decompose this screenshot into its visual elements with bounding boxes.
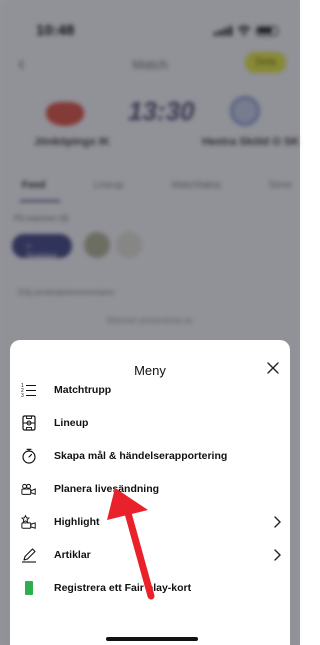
menu-item-label: Planera livesändning <box>54 483 160 495</box>
menu-item-label: Matchtrupp <box>54 384 112 396</box>
menu-item-articles[interactable]: Artiklar <box>10 540 290 570</box>
menu-item-highlight[interactable]: Highlight <box>10 507 290 537</box>
menu-item-matchtrupp[interactable]: 1 2 3 Matchtrupp <box>10 375 290 405</box>
menu-item-lineup[interactable]: Lineup <box>10 408 290 438</box>
svg-text:3: 3 <box>21 393 24 398</box>
menu-sheet: Meny 1 2 3 Matchtrupp Lineup Skapa mål &… <box>10 340 290 645</box>
menu-item-label: Registrera ett Fair play-kort <box>54 582 192 594</box>
green-card-icon <box>21 580 37 596</box>
chevron-right-icon <box>274 516 281 528</box>
lineup-field-icon <box>21 415 37 431</box>
close-icon <box>267 362 279 374</box>
menu-item-create-goal[interactable]: Skapa mål & händelserapportering <box>10 441 290 471</box>
stopwatch-icon <box>21 448 37 464</box>
home-indicator <box>106 637 198 641</box>
numbered-list-icon: 1 2 3 <box>21 382 37 398</box>
pencil-icon <box>21 547 37 563</box>
menu-item-fair-play-card[interactable]: Registrera ett Fair play-kort <box>10 573 290 603</box>
menu-item-label: Artiklar <box>54 549 91 561</box>
menu-item-label: Lineup <box>54 417 89 429</box>
chevron-right-icon <box>274 549 281 561</box>
menu-item-plan-livestream[interactable]: Planera livesändning <box>10 474 290 504</box>
live-camera-icon <box>21 481 37 497</box>
menu-item-label: Highlight <box>54 516 100 528</box>
highlight-camera-icon <box>21 514 37 530</box>
menu-item-label: Skapa mål & händelserapportering <box>54 450 228 462</box>
